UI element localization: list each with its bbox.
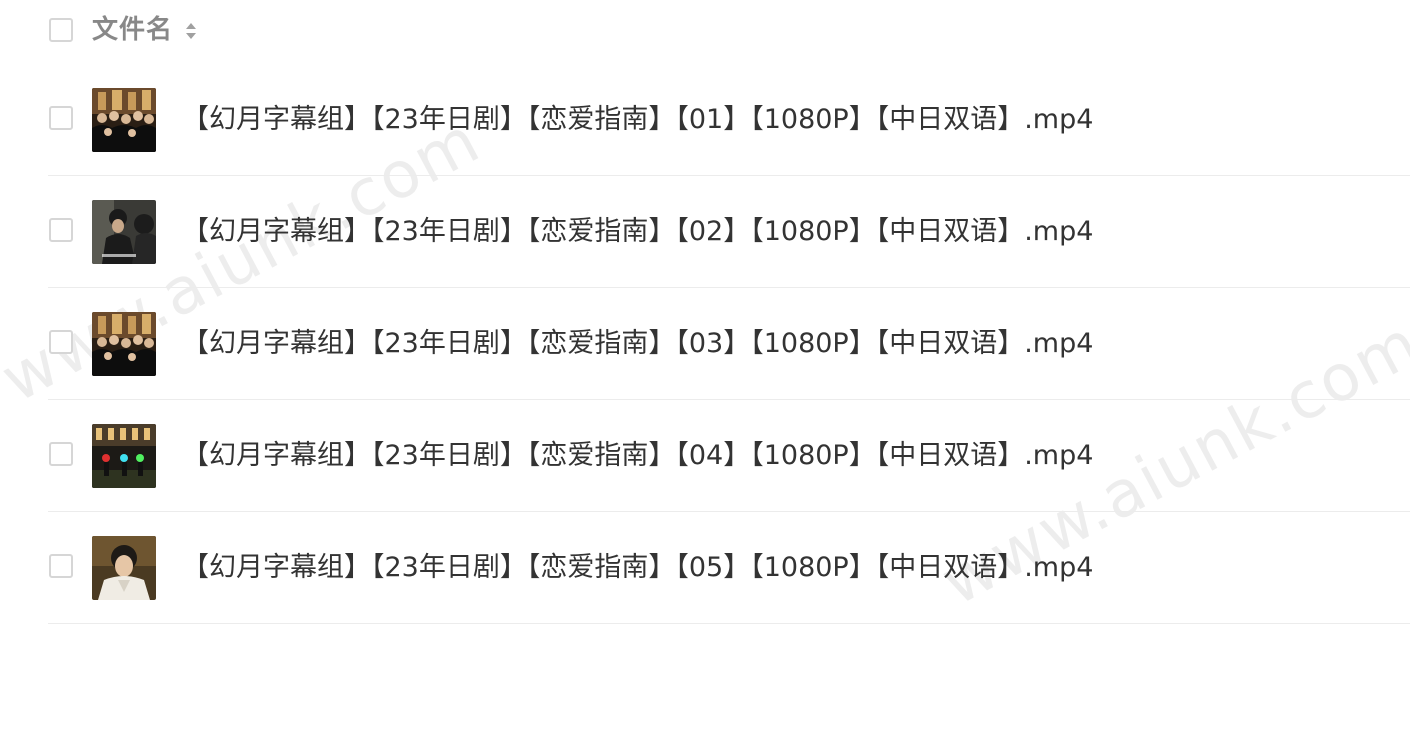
file-name[interactable]: 【幻月字幕组】【23年日剧】【恋爱指南】【04】【1080P】【中日双语】.mp… <box>182 438 1093 474</box>
row-checkbox[interactable] <box>49 106 73 130</box>
column-header-filename[interactable]: 文件名 <box>92 12 173 48</box>
file-name[interactable]: 【幻月字幕组】【23年日剧】【恋爱指南】【02】【1080P】【中日双语】.mp… <box>182 214 1093 250</box>
video-thumbnail[interactable] <box>92 536 156 600</box>
row-checkbox[interactable] <box>49 218 73 242</box>
row-checkbox[interactable] <box>49 554 73 578</box>
file-name[interactable]: 【幻月字幕组】【23年日剧】【恋爱指南】【01】【1080P】【中日双语】.mp… <box>182 102 1093 138</box>
select-all-checkbox[interactable] <box>49 18 73 42</box>
video-thumbnail[interactable] <box>92 424 156 488</box>
row-checkbox[interactable] <box>49 442 73 466</box>
file-name[interactable]: 【幻月字幕组】【23年日剧】【恋爱指南】【03】【1080P】【中日双语】.mp… <box>182 326 1093 362</box>
file-row[interactable]: 【幻月字幕组】【23年日剧】【恋爱指南】【01】【1080P】【中日双语】.mp… <box>48 64 1410 176</box>
video-thumbnail[interactable] <box>92 200 156 264</box>
file-row[interactable]: 【幻月字幕组】【23年日剧】【恋爱指南】【05】【1080P】【中日双语】.mp… <box>48 512 1410 624</box>
file-name[interactable]: 【幻月字幕组】【23年日剧】【恋爱指南】【05】【1080P】【中日双语】.mp… <box>182 550 1093 586</box>
file-row[interactable]: 【幻月字幕组】【23年日剧】【恋爱指南】【03】【1080P】【中日双语】.mp… <box>48 288 1410 400</box>
sort-icon[interactable] <box>184 19 198 43</box>
file-list-header: 文件名 <box>0 0 1410 64</box>
file-row[interactable]: 【幻月字幕组】【23年日剧】【恋爱指南】【04】【1080P】【中日双语】.mp… <box>48 400 1410 512</box>
video-thumbnail[interactable] <box>92 312 156 376</box>
file-row[interactable]: 【幻月字幕组】【23年日剧】【恋爱指南】【02】【1080P】【中日双语】.mp… <box>48 176 1410 288</box>
file-list-page: www.aiunk.com www.aiunk.com 文件名 【幻月字幕组】【… <box>0 0 1410 738</box>
row-checkbox[interactable] <box>49 330 73 354</box>
video-thumbnail[interactable] <box>92 88 156 152</box>
